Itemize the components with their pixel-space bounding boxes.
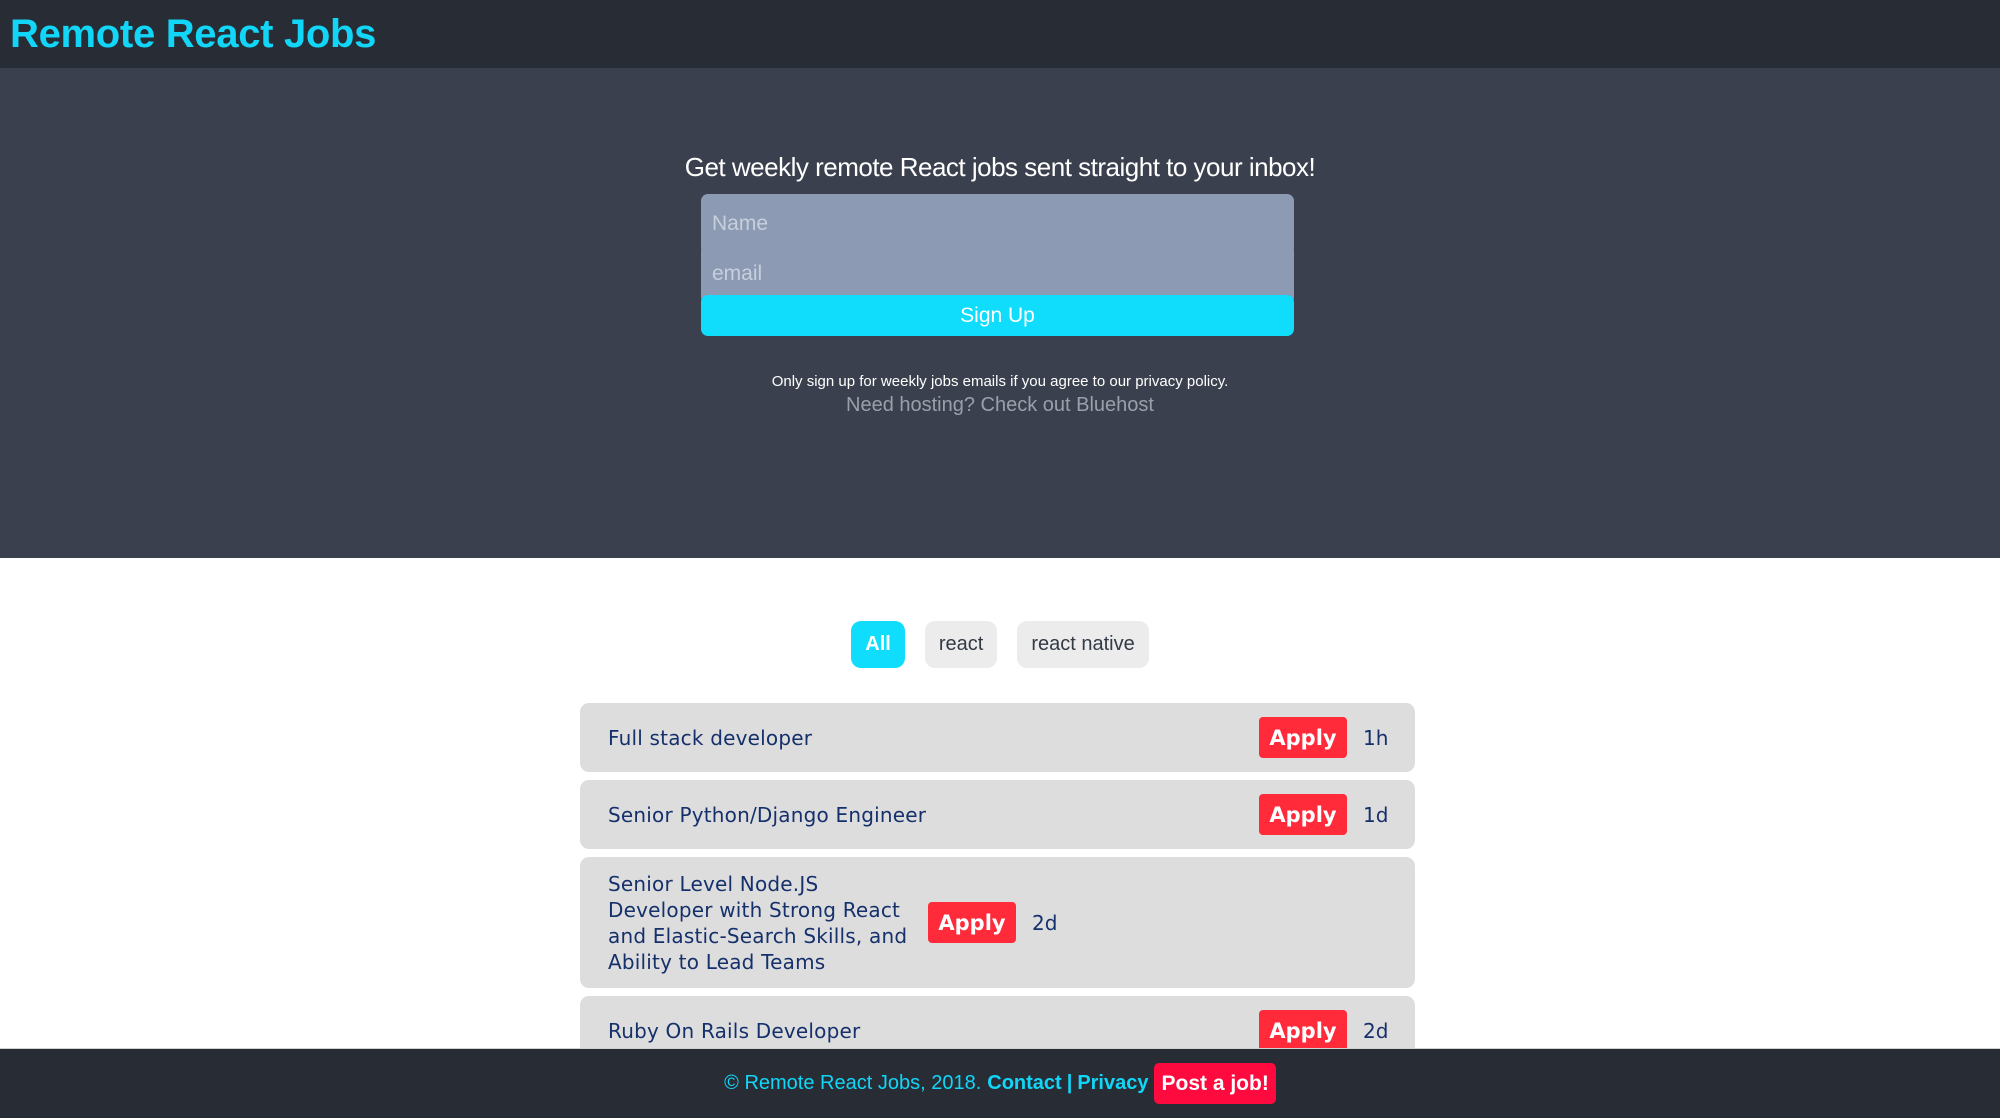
job-age: 2d (1363, 1018, 1389, 1043)
privacy-link[interactable]: Privacy (1077, 1072, 1148, 1095)
filter-react-native[interactable]: react native (1017, 621, 1149, 668)
top-bar: Remote React Jobs (0, 0, 2000, 68)
apply-button[interactable]: Apply (1259, 1010, 1347, 1051)
site-title[interactable]: Remote React Jobs (10, 11, 376, 57)
job-title[interactable]: Full stack developer (608, 725, 1259, 751)
apply-button[interactable]: Apply (1259, 717, 1347, 758)
job-row[interactable]: Full stack developer Apply 1h (580, 703, 1415, 772)
job-age: 2d (1032, 910, 1058, 935)
job-title[interactable]: Senior Python/Django Engineer (608, 802, 1259, 828)
newsletter-heading: Get weekly remote React jobs sent straig… (684, 152, 1316, 182)
filter-all[interactable]: All (851, 621, 905, 668)
privacy-note: Only sign up for weekly jobs emails if y… (771, 373, 1229, 390)
job-age: 1h (1363, 725, 1389, 750)
newsletter-hero: Get weekly remote React jobs sent straig… (0, 68, 2000, 558)
sign-up-button[interactable]: Sign Up (701, 295, 1294, 336)
apply-button[interactable]: Apply (928, 902, 1016, 943)
post-job-button[interactable]: Post a job! (1154, 1063, 1276, 1104)
bluehost-link[interactable]: Need hosting? Check out Bluehost (0, 393, 2000, 417)
filter-react[interactable]: react (924, 621, 998, 668)
footer-separator: | (1066, 1072, 1073, 1094)
job-title[interactable]: Senior Level Node.JS Developer with Stro… (608, 871, 928, 975)
job-filters: All react react native (0, 621, 2000, 669)
copyright-text: © Remote React Jobs, 2018. (724, 1072, 982, 1094)
apply-button[interactable]: Apply (1259, 794, 1347, 835)
job-list: Full stack developer Apply 1h Senior Pyt… (580, 703, 1415, 1073)
footer: © Remote React Jobs, 2018. Contact | Pri… (0, 1048, 2000, 1118)
contact-link[interactable]: Contact (987, 1072, 1061, 1095)
job-row[interactable]: Senior Level Node.JS Developer with Stro… (580, 857, 1415, 988)
job-title[interactable]: Ruby On Rails Developer (608, 1018, 1259, 1044)
job-age: 1d (1363, 802, 1389, 827)
job-row[interactable]: Senior Python/Django Engineer Apply 1d (580, 780, 1415, 849)
